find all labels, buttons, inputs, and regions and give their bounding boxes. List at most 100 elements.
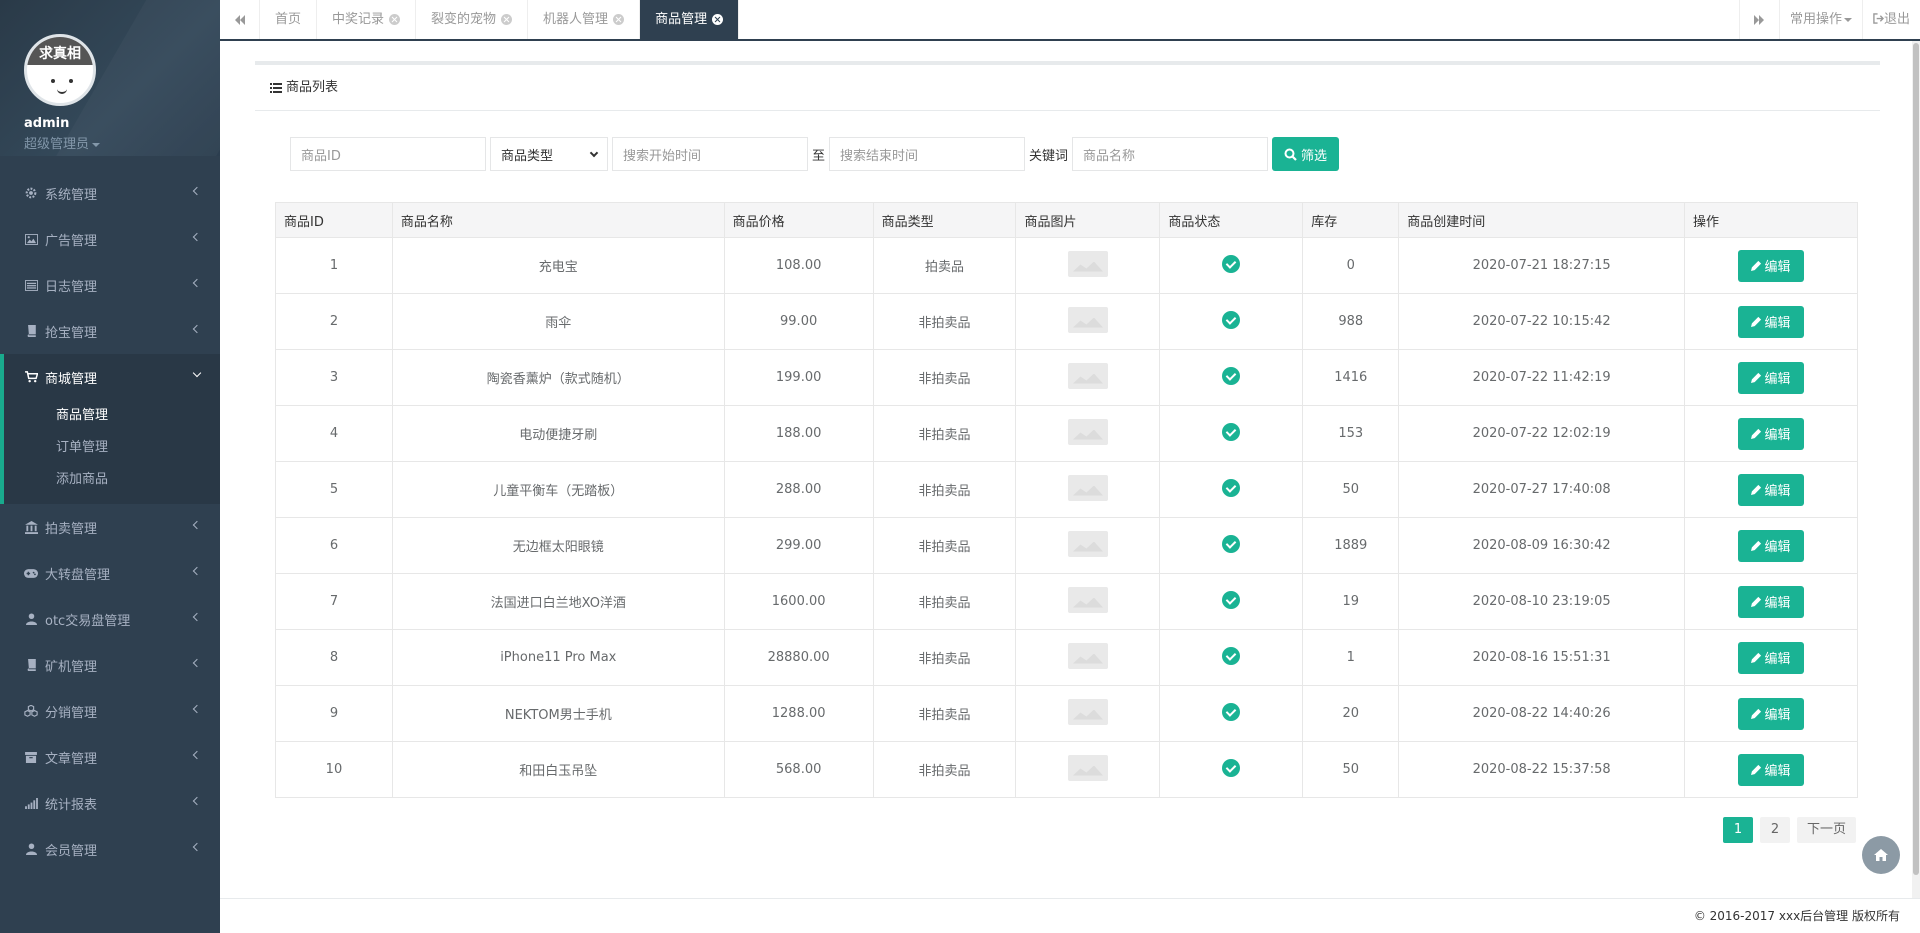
image-placeholder-icon[interactable] [1067, 474, 1108, 501]
table-row: 2 雨伞 99.00 非拍卖品 988 2020-07-22 10:15:42 编辑 [275, 293, 1858, 350]
next-page-button[interactable]: 下一页 [1796, 817, 1856, 843]
chevron-left-icon [192, 750, 202, 760]
product-name-input[interactable]: 商品名称 [1072, 137, 1269, 171]
submenu-item-1[interactable]: 订单管理 [4, 432, 220, 464]
close-icon[interactable] [712, 14, 724, 25]
edit-button[interactable]: 编辑 [1738, 641, 1804, 674]
cell-image [1015, 293, 1161, 350]
tab-4[interactable]: 商品管理 [640, 0, 740, 39]
image-placeholder-icon[interactable] [1067, 642, 1108, 669]
submenu-item-2[interactable]: 添加商品 [4, 464, 220, 496]
cell-price: 299.00 [723, 517, 874, 574]
filter-button-label: 筛选 [1301, 148, 1328, 164]
sidebar-item-bottom-3[interactable]: 矿机管理 [0, 642, 220, 688]
edit-button[interactable]: 编辑 [1738, 753, 1804, 786]
image-placeholder-icon[interactable] [1067, 306, 1108, 333]
edit-icon [1751, 260, 1762, 271]
edit-icon [1751, 596, 1762, 607]
tab-2[interactable]: 裂变的宠物 [416, 0, 529, 39]
table-row: 5 儿童平衡车（无踏板） 288.00 非拍卖品 50 2020-07-27 17:40:… [275, 461, 1858, 518]
bank-icon [24, 520, 38, 534]
sidebar-item-top-2[interactable]: 日志管理 [0, 262, 220, 308]
table-row: 4 电动便捷牙刷 188.00 非拍卖品 153 2020-07-22 12:02:19 编… [275, 405, 1858, 462]
cell-actions: 编辑 [1684, 349, 1858, 406]
sign-out-icon [1873, 13, 1885, 24]
check-circle-icon [1222, 310, 1241, 329]
avatar[interactable]: 求真相 [24, 34, 96, 106]
image-placeholder-icon[interactable] [1067, 362, 1108, 389]
submenu-item-0[interactable]: 商品管理 [4, 400, 220, 432]
page-scrollbar[interactable] [1912, 41, 1920, 898]
role-dropdown[interactable]: 超级管理员 [24, 133, 220, 152]
check-circle-icon [1222, 646, 1241, 665]
cell-created: 2020-07-27 17:40:08 [1398, 461, 1686, 518]
product-id-input[interactable]: 商品ID [290, 137, 486, 171]
edit-icon [1751, 484, 1762, 495]
scrollbar-thumb[interactable] [1913, 43, 1919, 875]
tab-3[interactable]: 机器人管理 [528, 0, 641, 39]
table-row: 7 法国进口白兰地XO洋酒 1600.00 非拍卖品 19 2020-08-10 23:1… [275, 573, 1858, 630]
sidebar-item-bottom-2[interactable]: otc交易盘管理 [0, 596, 220, 642]
chevron-left-icon [192, 704, 202, 714]
edit-button[interactable]: 编辑 [1738, 249, 1804, 282]
cell-type: 非拍卖品 [872, 629, 1017, 686]
image-placeholder-icon[interactable] [1067, 698, 1108, 725]
cell-id: 6 [275, 517, 393, 574]
image-placeholder-icon[interactable] [1067, 530, 1108, 557]
book-icon [24, 324, 38, 338]
edit-button[interactable]: 编辑 [1738, 417, 1804, 450]
image-placeholder-icon[interactable] [1067, 250, 1108, 277]
sidebar-item-bottom-6[interactable]: 统计报表 [0, 780, 220, 826]
tabs-scroll-right-button[interactable] [1738, 0, 1779, 39]
sidebar-item-bottom-5[interactable]: 文章管理 [0, 734, 220, 780]
caret-down-icon [1843, 17, 1852, 22]
end-time-input[interactable]: 搜索结束时间 [829, 137, 1026, 171]
tab-0[interactable]: 首页 [260, 0, 318, 39]
home-float-button[interactable] [1862, 836, 1900, 874]
edit-icon [1751, 540, 1762, 551]
cell-status [1159, 293, 1304, 350]
cell-status [1159, 405, 1304, 462]
tab-1[interactable]: 中奖记录 [317, 0, 417, 39]
page-1-button[interactable]: 1 [1722, 817, 1753, 843]
logout-button[interactable]: 退出 [1861, 0, 1920, 39]
sidebar-item-bottom-0[interactable]: 拍卖管理 [0, 504, 220, 550]
chevron-left-icon [192, 520, 202, 530]
image-placeholder-icon[interactable] [1067, 418, 1108, 445]
sidebar-item-top-1[interactable]: 广告管理 [0, 216, 220, 262]
image-placeholder-icon[interactable] [1067, 754, 1108, 781]
edit-button[interactable]: 编辑 [1738, 529, 1804, 562]
cell-stock: 988 [1302, 293, 1400, 350]
close-icon[interactable] [389, 14, 401, 25]
sidebar-item-bottom-4[interactable]: 分销管理 [0, 688, 220, 734]
cell-stock: 0 [1302, 237, 1400, 294]
close-icon[interactable] [613, 14, 625, 25]
image-placeholder-icon[interactable] [1067, 586, 1108, 613]
edit-button[interactable]: 编辑 [1738, 361, 1804, 394]
edit-button[interactable]: 编辑 [1738, 473, 1804, 506]
edit-button[interactable]: 编辑 [1738, 305, 1804, 338]
sidebar-item-mall-0[interactable]: 商城管理 [4, 354, 220, 400]
page-2-button[interactable]: 2 [1759, 817, 1790, 843]
edit-label: 编辑 [1764, 596, 1791, 611]
filter-button[interactable]: 筛选 [1272, 137, 1340, 171]
tabs-scroll-left-button[interactable] [220, 0, 260, 39]
sidebar-item-label: 文章管理 [45, 751, 98, 767]
sidebar-item-bottom-1[interactable]: 大转盘管理 [0, 550, 220, 596]
image-icon [24, 232, 38, 246]
edit-button[interactable]: 编辑 [1738, 585, 1804, 618]
sidebar-item-top-3[interactable]: 抢宝管理 [0, 308, 220, 354]
product-type-select[interactable]: 商品类型 [490, 137, 608, 171]
sidebar-item-top-0[interactable]: 系统管理 [0, 170, 220, 216]
cell-status [1159, 349, 1304, 406]
cell-image [1015, 741, 1161, 798]
common-ops-dropdown[interactable]: 常用操作 [1778, 0, 1862, 39]
cell-price: 199.00 [723, 349, 874, 406]
cell-actions: 编辑 [1684, 573, 1858, 630]
edit-button[interactable]: 编辑 [1738, 697, 1804, 730]
cell-id: 1 [275, 237, 393, 294]
sidebar-item-label: 统计报表 [45, 797, 98, 813]
sidebar-item-bottom-7[interactable]: 会员管理 [0, 826, 220, 872]
start-time-input[interactable]: 搜索开始时间 [612, 137, 808, 171]
close-icon[interactable] [501, 14, 513, 25]
